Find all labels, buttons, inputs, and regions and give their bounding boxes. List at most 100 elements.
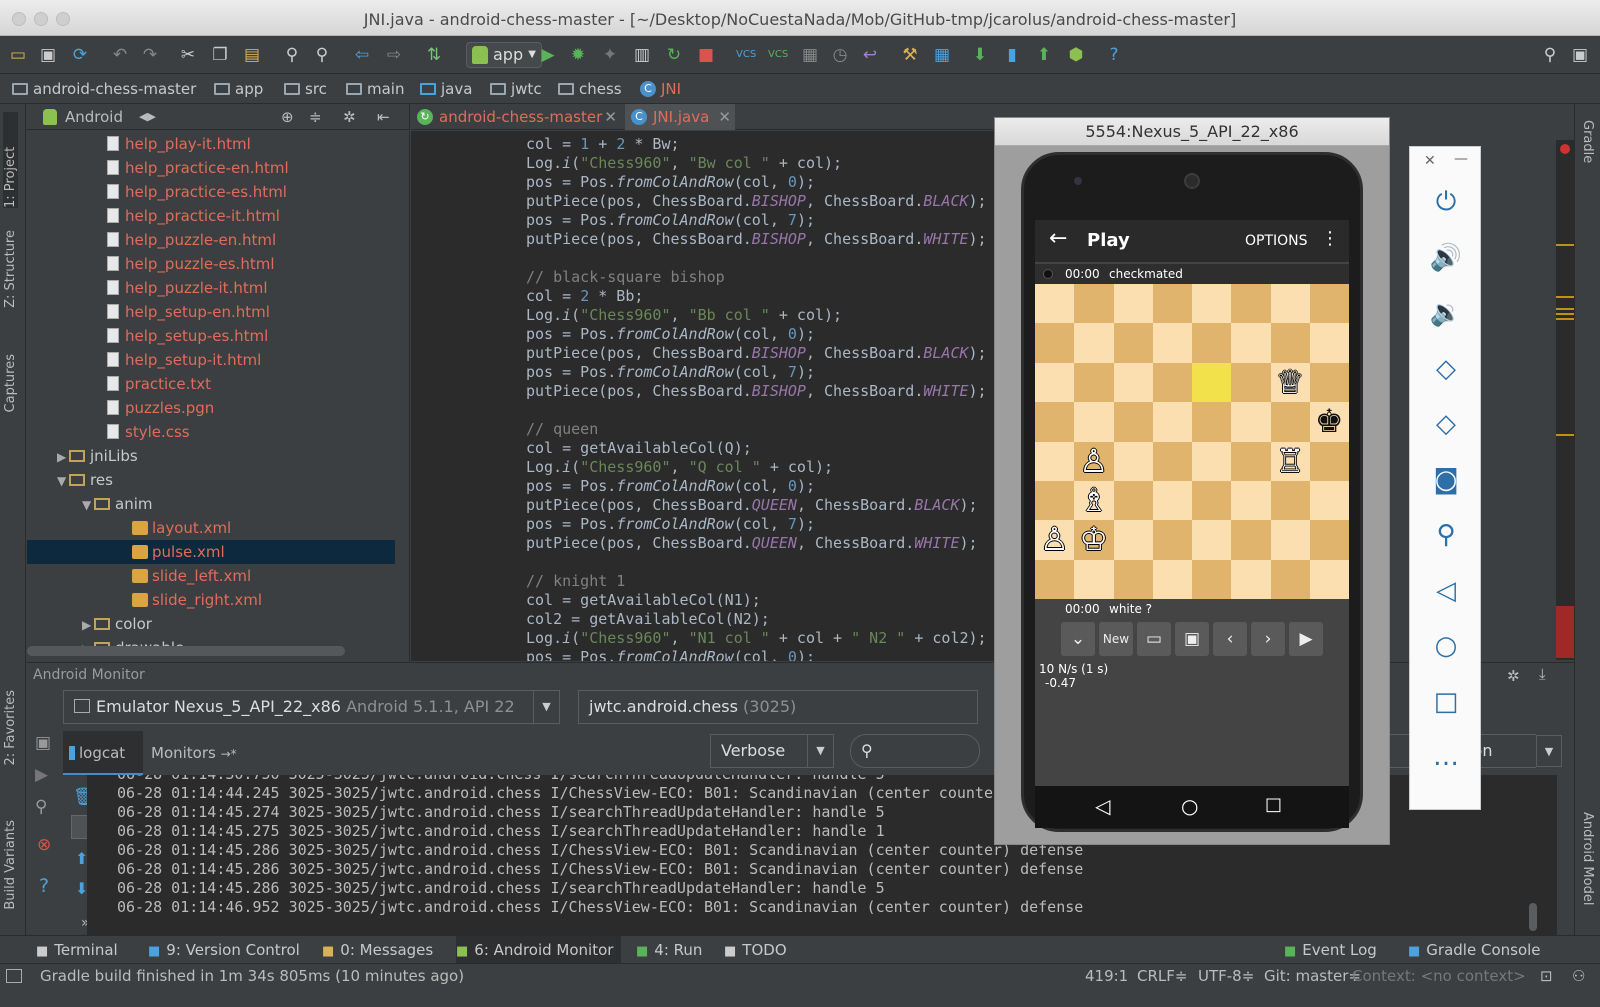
options-menu-button[interactable]: OPTIONS bbox=[1245, 233, 1308, 249]
process-selector[interactable]: jwtc.android.chess (3025) bbox=[578, 690, 978, 724]
tree-item[interactable]: slide_left.xml bbox=[27, 564, 395, 588]
more-icon[interactable]: … bbox=[1410, 740, 1482, 774]
tree-item[interactable]: puzzles.pgn bbox=[27, 396, 395, 420]
board-square[interactable] bbox=[1270, 323, 1310, 363]
back-icon[interactable]: ◁ bbox=[1410, 574, 1482, 608]
collapse-icon[interactable]: ⌄ bbox=[1061, 622, 1095, 656]
board-square[interactable] bbox=[1309, 362, 1349, 403]
user-icon[interactable]: ▣ bbox=[1570, 45, 1590, 65]
make-project-icon[interactable]: ⇅ bbox=[424, 45, 444, 65]
board-square[interactable] bbox=[1113, 362, 1153, 403]
board-square[interactable] bbox=[1152, 481, 1192, 521]
log-scrollbar[interactable] bbox=[1529, 903, 1537, 931]
board-square[interactable] bbox=[1192, 520, 1232, 560]
replace-icon[interactable]: ⚲ bbox=[312, 45, 332, 65]
zoom-icon[interactable]: ⚲ bbox=[1410, 518, 1482, 552]
project-view-selector[interactable]: Android bbox=[65, 104, 123, 130]
chess-piece[interactable]: ♕ bbox=[1271, 363, 1310, 402]
favorites-tool-tab[interactable]: 2: Favorites bbox=[3, 690, 18, 766]
chess-piece[interactable]: ♚ bbox=[1310, 402, 1349, 441]
tool-windows-icon[interactable] bbox=[6, 969, 22, 983]
board-square[interactable] bbox=[1231, 481, 1271, 521]
tab-jni-java[interactable]: C JNI.java ✕ bbox=[625, 104, 735, 130]
board-square[interactable] bbox=[1309, 559, 1349, 600]
minimize-icon[interactable]: — bbox=[1454, 151, 1468, 167]
vcs-commit-icon[interactable]: VCS bbox=[768, 45, 788, 65]
breadcrumb-item[interactable]: main bbox=[346, 74, 404, 104]
tree-item[interactable]: pulse.xml bbox=[27, 540, 395, 564]
horizontal-scrollbar[interactable] bbox=[27, 646, 345, 656]
tree-item[interactable]: ▼ res bbox=[27, 468, 395, 492]
terminate-app-icon[interactable]: ⊗ bbox=[37, 835, 51, 855]
screen-record-icon[interactable]: ▶ bbox=[35, 765, 48, 785]
previous-move-icon[interactable]: ‹ bbox=[1213, 622, 1247, 656]
gear-icon[interactable]: ✲ bbox=[343, 104, 356, 130]
chess-piece[interactable]: ♙ bbox=[1074, 442, 1113, 481]
undo-icon[interactable]: ↶ bbox=[110, 45, 130, 65]
board-square[interactable] bbox=[1152, 284, 1192, 324]
overview-icon[interactable]: □ bbox=[1410, 685, 1482, 719]
expanded-arrow-icon[interactable]: ▼ bbox=[82, 493, 94, 517]
board-square[interactable] bbox=[1113, 559, 1153, 600]
board-square[interactable] bbox=[1113, 402, 1153, 442]
board-square[interactable] bbox=[1231, 520, 1271, 560]
help-icon[interactable]: ? bbox=[39, 875, 49, 897]
rotate-left-icon[interactable]: ◇ bbox=[1410, 352, 1482, 386]
board-square[interactable] bbox=[1074, 402, 1114, 442]
board-square[interactable] bbox=[1113, 441, 1153, 481]
volume-down-icon[interactable]: 🔉 bbox=[1410, 296, 1482, 330]
board-square[interactable] bbox=[1074, 284, 1114, 324]
breadcrumb-item[interactable]: chess bbox=[558, 74, 622, 104]
tree-item[interactable]: help_setup-es.html bbox=[27, 324, 395, 348]
camera-icon[interactable]: ◙ bbox=[1410, 463, 1482, 497]
board-square[interactable] bbox=[1074, 362, 1114, 403]
close-icon[interactable]: ✕ bbox=[1424, 153, 1436, 169]
board-square[interactable] bbox=[1231, 441, 1271, 481]
board-square[interactable] bbox=[1152, 441, 1192, 481]
board-square[interactable] bbox=[1035, 284, 1075, 324]
board-square[interactable] bbox=[1074, 323, 1114, 363]
board-square[interactable] bbox=[1270, 520, 1310, 560]
nav-overview-icon[interactable]: □ bbox=[1265, 794, 1282, 815]
board-square[interactable] bbox=[1035, 323, 1075, 363]
tree-item[interactable]: help_setup-it.html bbox=[27, 348, 395, 372]
tree-item[interactable]: help_practice-en.html bbox=[27, 156, 395, 180]
collapse-all-icon[interactable]: ≑ bbox=[309, 104, 322, 130]
tree-item[interactable]: help_practice-es.html bbox=[27, 180, 395, 204]
paste-icon[interactable]: ▤ bbox=[242, 45, 262, 65]
collapsed-arrow-icon[interactable]: ▶ bbox=[57, 445, 69, 469]
tool-window-button[interactable]: ■ 0: Messages bbox=[322, 936, 441, 966]
close-tab-icon[interactable]: ✕ bbox=[604, 104, 617, 130]
new-game-button[interactable]: New bbox=[1099, 622, 1133, 656]
chess-board[interactable]: ♕ ♚ ♙ ♖ ♗ ♙ ♔ bbox=[1035, 284, 1349, 600]
tool-window-button[interactable]: ■ Terminal bbox=[36, 936, 126, 966]
stop-icon[interactable]: ■ bbox=[696, 45, 716, 65]
cut-icon[interactable]: ✂ bbox=[178, 45, 198, 65]
board-square[interactable] bbox=[1074, 559, 1114, 600]
tree-item[interactable]: ▼ anim bbox=[27, 492, 395, 516]
board-square[interactable] bbox=[1270, 402, 1310, 442]
board-square[interactable] bbox=[1113, 481, 1153, 521]
run-icon[interactable]: ▶ bbox=[538, 45, 558, 65]
editor-error-stripe[interactable] bbox=[1556, 140, 1574, 660]
tree-item[interactable]: help_puzzle-es.html bbox=[27, 252, 395, 276]
board-square[interactable] bbox=[1192, 284, 1232, 324]
device-selector[interactable]: Emulator Nexus_5_API_22_x86 Android 5.1.… bbox=[63, 690, 560, 724]
board-square[interactable] bbox=[1152, 402, 1192, 442]
overflow-menu-icon[interactable]: ⋮ bbox=[1321, 228, 1339, 249]
debug-icon[interactable]: ✹ bbox=[568, 45, 588, 65]
gradle-sync-icon[interactable]: ⬆ bbox=[1034, 45, 1054, 65]
project-structure-icon[interactable]: ▦ bbox=[932, 45, 952, 65]
power-icon[interactable]: ⏻ bbox=[1410, 185, 1482, 219]
board-square[interactable] bbox=[1035, 559, 1075, 600]
tree-item[interactable]: help_puzzle-en.html bbox=[27, 228, 395, 252]
forward-nav-icon[interactable]: ⇨ bbox=[384, 45, 404, 65]
caret-position[interactable]: 419:1 bbox=[1085, 964, 1128, 988]
tree-item[interactable]: ▶ jniLibs bbox=[27, 444, 395, 468]
breadcrumb-item[interactable]: android-chess-master bbox=[12, 74, 196, 104]
file-encoding[interactable]: UTF-8≑ bbox=[1198, 964, 1254, 988]
next-move-icon[interactable]: › bbox=[1251, 622, 1285, 656]
board-square[interactable] bbox=[1270, 481, 1310, 521]
revert-icon[interactable]: ↩ bbox=[860, 45, 880, 65]
tree-item[interactable]: help_puzzle-it.html bbox=[27, 276, 395, 300]
